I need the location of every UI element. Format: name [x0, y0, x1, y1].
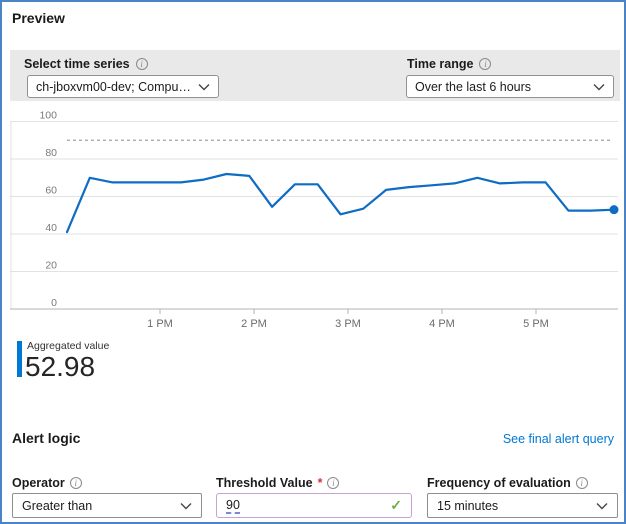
- svg-text:5 PM: 5 PM: [523, 318, 549, 330]
- series-color-bar: [17, 341, 22, 377]
- svg-text:1 PM: 1 PM: [147, 318, 173, 330]
- valid-check-icon: ✓: [390, 497, 402, 514]
- svg-text:80: 80: [45, 147, 57, 159]
- operator-dropdown[interactable]: Greater than: [12, 493, 202, 518]
- threshold-value-input[interactable]: 90 ✓: [216, 493, 412, 518]
- operator-label: Operator i: [12, 476, 82, 490]
- aggregated-value: 52.98: [25, 351, 95, 383]
- metric-line-chart: 100 80 60 40 20 0 1 PM 2 PM 3 PM 4 PM 5 PM: [2, 2, 626, 337]
- chevron-down-icon: [180, 502, 192, 510]
- required-asterisk: *: [318, 476, 323, 490]
- info-icon[interactable]: i: [327, 477, 339, 489]
- svg-text:60: 60: [45, 185, 57, 197]
- preview-panel: Preview Select time series i ch-jboxvm00…: [0, 0, 626, 524]
- svg-text:20: 20: [45, 260, 57, 272]
- info-icon[interactable]: i: [70, 477, 82, 489]
- alert-logic-title: Alert logic: [12, 430, 80, 446]
- svg-text:100: 100: [39, 110, 57, 122]
- threshold-value-text: 90: [226, 498, 240, 514]
- chevron-down-icon: [596, 502, 608, 510]
- svg-text:4 PM: 4 PM: [429, 318, 455, 330]
- svg-text:0: 0: [51, 297, 57, 309]
- operator-value: Greater than: [22, 499, 92, 513]
- threshold-value-label: Threshold Value * i: [216, 476, 339, 490]
- frequency-label: Frequency of evaluation i: [427, 476, 588, 490]
- svg-text:2 PM: 2 PM: [241, 318, 267, 330]
- info-icon[interactable]: i: [576, 477, 588, 489]
- see-final-alert-query-link[interactable]: See final alert query: [503, 432, 614, 446]
- frequency-dropdown[interactable]: 15 minutes: [427, 493, 618, 518]
- frequency-value: 15 minutes: [437, 499, 498, 513]
- svg-text:3 PM: 3 PM: [335, 318, 361, 330]
- svg-text:40: 40: [45, 222, 57, 234]
